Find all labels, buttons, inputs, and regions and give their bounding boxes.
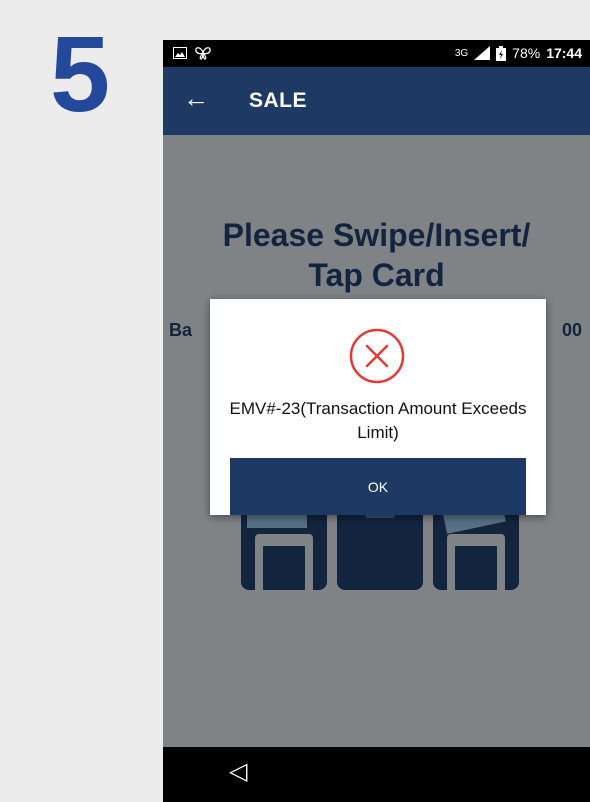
page-title: SALE (249, 89, 308, 112)
signal-icon (474, 46, 491, 60)
system-nav-bar: ◁ (163, 747, 590, 802)
error-message: EMV#-23(Transaction Amount Exceeds Limit… (210, 397, 546, 445)
status-right: 3G 78% 17:44 (455, 45, 582, 61)
ok-button[interactable]: OK (230, 458, 526, 515)
battery-icon (496, 45, 507, 61)
step-number: 5 (50, 13, 111, 134)
error-dialog: EMV#-23(Transaction Amount Exceeds Limit… (210, 299, 546, 515)
back-arrow-icon[interactable]: ← (183, 85, 209, 111)
status-bar: 3G 78% 17:44 (163, 40, 590, 67)
status-left (173, 46, 211, 60)
error-message-line1: EMV#-23(Transaction Amount Exceeds (229, 399, 527, 418)
app-bar: ← SALE (163, 67, 590, 135)
nav-back-icon[interactable]: ◁ (229, 760, 247, 784)
battery-percent: 78% (512, 45, 541, 61)
error-message-line2: Limit) (357, 423, 399, 442)
image-notification-icon (173, 47, 187, 59)
phone-screen: 3G 78% 17:44 ← SALE Please Swipe/Insert/… (163, 40, 590, 802)
network-type-label: 3G (454, 47, 469, 59)
butterfly-notification-icon (195, 47, 211, 60)
clock: 17:44 (546, 45, 582, 61)
error-x-icon (349, 328, 405, 384)
